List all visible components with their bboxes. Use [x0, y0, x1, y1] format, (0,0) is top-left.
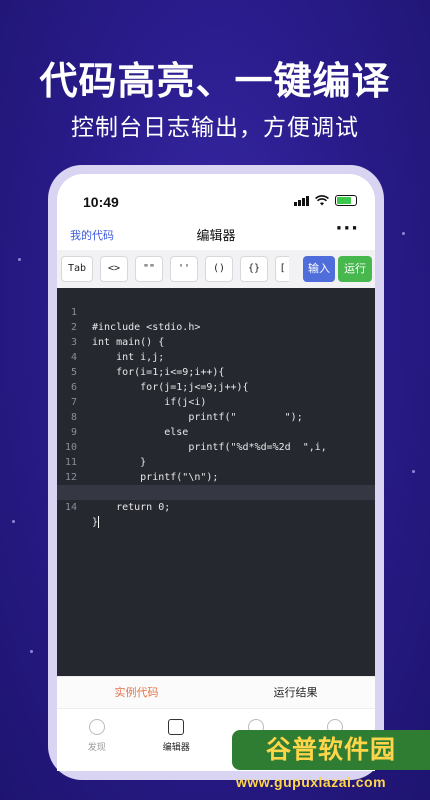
discover-icon — [88, 719, 105, 735]
code-line: 5 for(j=1;j<=9;j++){ — [57, 350, 375, 393]
code-text: } — [92, 515, 100, 530]
code-line: 11 printf("\n"); — [57, 440, 375, 483]
key-braces-button[interactable]: {} — [240, 256, 269, 282]
code-line: 1 #include <stdio.h> — [57, 290, 375, 333]
status-icons — [294, 195, 357, 206]
watermark-url: www.gupuxlazal.com — [236, 774, 387, 790]
code-line: 8 else — [57, 395, 375, 438]
code-icon — [168, 719, 185, 735]
line-number: 14 — [64, 502, 77, 513]
key-tab-button[interactable]: Tab — [61, 256, 94, 282]
code-line: 2 int main() { — [57, 305, 375, 348]
input-button[interactable]: 输入 — [303, 256, 335, 282]
wifi-icon — [315, 195, 329, 206]
phone-frame: 10:49 我的代码 编辑器 ··· Tab <> "" '' () {} [… — [48, 165, 384, 780]
tab-label: 编辑器 — [162, 743, 190, 753]
watermark: 谷普软件园 www.gupuxlazal.com — [232, 730, 430, 800]
tab-label: 发现 — [87, 743, 106, 753]
page-title: 编辑器 — [196, 229, 236, 244]
tab-discover[interactable]: 发现 — [57, 709, 137, 771]
code-line: 3 int i,j; — [57, 320, 375, 363]
code-line: 9 printf("%d*%d=%2d ",i, — [57, 410, 375, 453]
key-bracket-button[interactable]: [ — [275, 256, 290, 282]
phone-screen: 10:49 我的代码 编辑器 ··· Tab <> "" '' () {} [… — [57, 174, 375, 771]
key-angle-brackets-button[interactable]: <> — [100, 256, 129, 282]
text-cursor — [98, 516, 100, 528]
status-bar: 10:49 — [57, 174, 375, 214]
code-line: 4 for(i=1;i<=9;i++){ — [57, 335, 375, 378]
key-double-quotes-button[interactable]: "" — [135, 256, 164, 282]
tab-editor[interactable]: 编辑器 — [137, 709, 217, 771]
run-button[interactable]: 运行 — [338, 256, 372, 282]
code-editor[interactable]: 1 #include <stdio.h> 2 int main() { 3 in… — [57, 288, 375, 676]
key-parentheses-button[interactable]: () — [205, 256, 234, 282]
code-line-active: 14 } — [57, 485, 375, 528]
code-line: 13 return 0; — [57, 470, 375, 513]
code-line: 10 } — [57, 425, 375, 468]
nav-bar: 我的代码 编辑器 ··· — [57, 218, 375, 250]
signal-icon — [294, 195, 309, 206]
key-single-quotes-button[interactable]: '' — [170, 256, 199, 282]
symbol-toolbar: Tab <> "" '' () {} [ 输入 运行 — [57, 250, 375, 288]
tab-example-code[interactable]: 实例代码 — [57, 677, 216, 708]
hero-subtitle: 控制台日志输出，方便调试 — [71, 115, 359, 141]
code-line: 7 printf(" "); — [57, 380, 375, 423]
code-line: 6 if(j<i) — [57, 365, 375, 408]
tab-run-result[interactable]: 运行结果 — [216, 677, 375, 708]
editor-bottom-tabs: 实例代码 运行结果 — [57, 676, 375, 708]
code-line: 12 } — [57, 455, 375, 498]
status-time: 10:49 — [83, 194, 119, 210]
watermark-brand: 谷普软件园 — [232, 730, 430, 770]
hero-title: 代码高亮、一键编译 — [39, 59, 391, 103]
battery-icon — [335, 195, 357, 206]
more-options-icon[interactable]: ··· — [335, 218, 359, 239]
